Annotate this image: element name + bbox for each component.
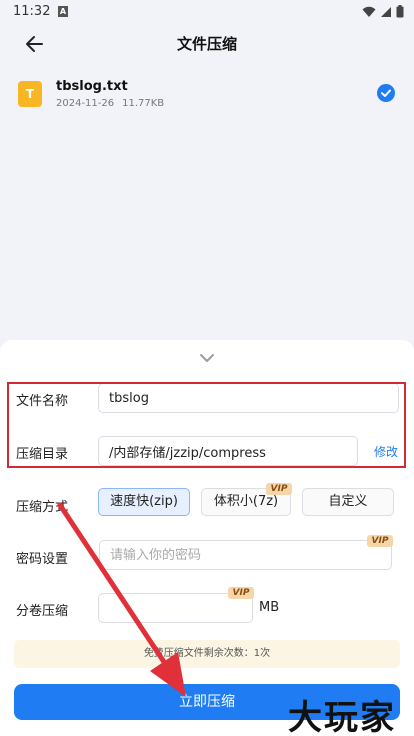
method-option-zip[interactable]: 速度快(zip) (98, 488, 190, 516)
file-meta: 2024-11-26 11.77KB (56, 98, 164, 109)
file-name-input[interactable] (98, 383, 399, 413)
method-option-custom[interactable]: 自定义 (302, 488, 394, 516)
vip-badge: VIP (266, 483, 292, 495)
status-time: 11:32 (13, 4, 51, 19)
wifi-icon (362, 6, 376, 17)
file-list-item[interactable]: T tbslog.txt 2024-11-26 11.77KB (0, 70, 414, 120)
compress-now-button[interactable]: 立即压缩 (14, 684, 400, 720)
top-bar: 文件压缩 (0, 24, 414, 64)
directory-input[interactable] (98, 436, 358, 466)
split-label: 分卷压缩 (16, 604, 69, 619)
notification-a-icon: A (58, 6, 68, 17)
file-name: tbslog.txt (56, 79, 128, 94)
edit-directory-link[interactable]: 修改 (374, 443, 398, 460)
directory-label: 压缩目录 (16, 447, 69, 462)
check-icon (381, 89, 391, 97)
vip-badge-password: VIP (367, 535, 393, 547)
file-selected-checkbox[interactable] (377, 84, 395, 102)
chevron-down-icon (200, 354, 214, 362)
file-name-label: 文件名称 (16, 394, 69, 409)
signal-icon (381, 6, 391, 17)
vip-badge-split: VIP (228, 587, 254, 599)
method-label: 压缩方式 (16, 500, 69, 515)
text-file-icon: T (18, 81, 42, 107)
page-title: 文件压缩 (176, 35, 237, 53)
file-size: 11.77KB (122, 98, 165, 109)
split-unit: MB (259, 600, 280, 615)
system-icons (362, 5, 404, 18)
battery-icon (396, 5, 404, 18)
free-uses-notice: 免费压缩文件剩余次数：1次 (14, 640, 400, 668)
password-input[interactable] (99, 540, 392, 570)
password-label: 密码设置 (16, 552, 69, 567)
file-date: 2024-11-26 (56, 98, 115, 109)
collapse-sheet-button[interactable] (197, 350, 217, 364)
status-bar: 11:32 A (0, 0, 414, 24)
